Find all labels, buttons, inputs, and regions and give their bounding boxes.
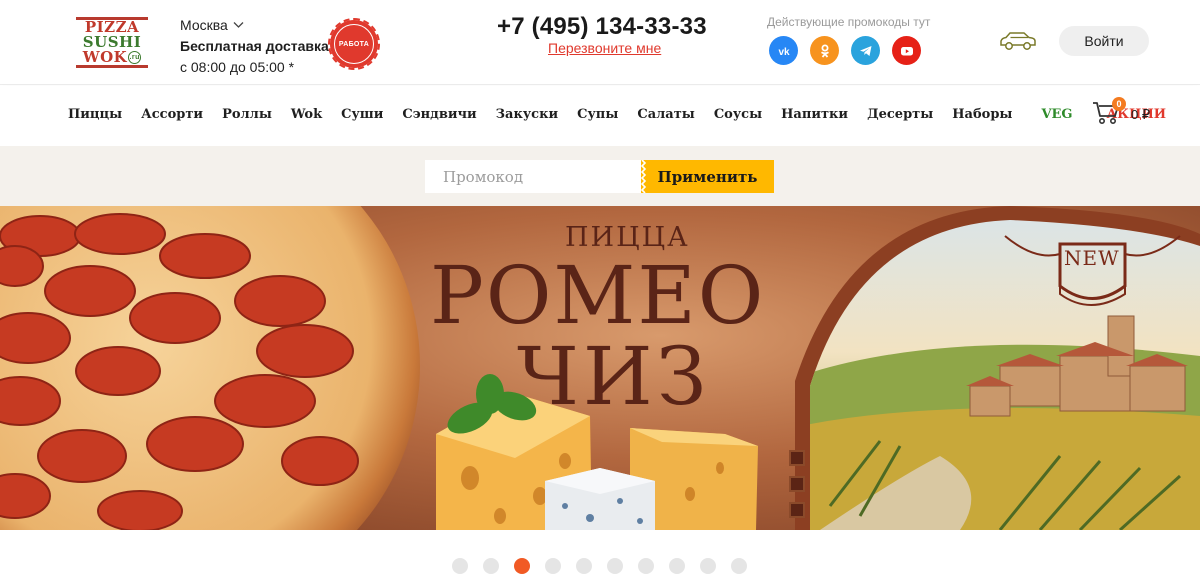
work-badge[interactable]: РАБОТА [328,18,380,70]
header: PIZZA SUSHI WOK .ru Москва Бесплатная дос… [0,0,1200,85]
nav-item-sushi[interactable]: Суши [341,107,383,122]
working-hours: с 08:00 до 05:00 * [180,59,295,75]
nav-item-salads[interactable]: Салаты [637,107,694,122]
banner-thumb-3[interactable] [789,502,805,518]
logo-line-3-text: WOK [82,47,128,66]
nav-item-sets[interactable]: Наборы [952,107,1012,122]
nav-list: Пиццы Ассорти Роллы Wok Суши Сэндвичи За… [68,107,1185,122]
city-name: Москва [180,17,228,33]
slider-dot-1[interactable] [452,558,468,574]
slider-dot-9[interactable] [700,558,716,574]
city-selector[interactable]: Москва [180,17,244,33]
banner-title-line-1: РОМЕО [430,249,766,342]
slider-dot-3[interactable] [514,558,530,574]
logo-bottom-bar [76,64,148,68]
youtube-icon[interactable] [892,36,921,65]
slider-dots [452,558,747,574]
login-button[interactable]: Войти [1059,26,1149,56]
promo-bar: Применить [0,146,1200,206]
delivery-info: Бесплатная доставка [180,38,329,54]
nav-item-wok[interactable]: Wok [291,107,322,122]
nav-item-pizzas[interactable]: Пиццы [68,107,122,122]
main-nav: Пиццы Ассорти Роллы Wok Суши Сэндвичи За… [0,86,1200,146]
apply-promo-button[interactable]: Применить [641,160,774,193]
nav-item-snacks[interactable]: Закуски [496,107,558,122]
callback-link[interactable]: Перезвоните мне [548,40,661,56]
telegram-icon[interactable] [851,36,880,65]
slider-dot-4[interactable] [545,558,561,574]
page: PIZZA SUSHI WOK .ru Москва Бесплатная дос… [0,0,1200,583]
slider-dot-2[interactable] [483,558,499,574]
nav-item-rolls[interactable]: Роллы [222,107,272,122]
ticket-notch-icon [640,160,647,193]
nav-item-desserts[interactable]: Десерты [867,107,933,122]
nav-item-drinks[interactable]: Напитки [781,107,848,122]
slider-dot-6[interactable] [607,558,623,574]
nav-item-sandwiches[interactable]: Сэндвичи [402,107,476,122]
slider-dot-8[interactable] [669,558,685,574]
cart-total: 0 ₽ [1131,107,1151,122]
svg-text:vk: vk [778,47,790,58]
promo-codes-note[interactable]: Действующие промокоды тут [767,15,930,29]
slider-dot-5[interactable] [576,558,592,574]
logo[interactable]: PIZZA SUSHI WOK .ru [74,14,150,70]
promo-banner[interactable]: ПИЦЦА РОМЕО ЧИЗ NEW [0,206,1200,530]
banner-thumb-2[interactable] [789,476,805,492]
new-badge: NEW [1064,246,1120,270]
slider-dot-10[interactable] [731,558,747,574]
logo-ru-badge: .ru [128,51,142,64]
logo-line-3: WOK .ru [82,47,142,66]
banner-thumb-1[interactable] [789,450,805,466]
promo-code-input[interactable] [425,160,645,193]
social-links: vk [769,36,921,65]
work-badge-label: РАБОТА [334,24,374,64]
nav-item-soups[interactable]: Супы [577,107,618,122]
cart-count-badge: 0 [1112,97,1126,111]
phone-number[interactable]: +7 (495) 134-33-33 [497,13,707,41]
vk-icon[interactable]: vk [769,36,798,65]
nav-item-veg[interactable]: VEG [1041,107,1072,122]
banner-title-line-2: ЧИЗ [517,330,711,423]
car-icon[interactable] [998,30,1038,52]
ok-icon[interactable] [810,36,839,65]
nav-item-assorti[interactable]: Ассорти [141,107,203,122]
chevron-down-icon [233,22,244,28]
nav-item-sauces[interactable]: Соусы [714,107,762,122]
slider-dot-7[interactable] [638,558,654,574]
